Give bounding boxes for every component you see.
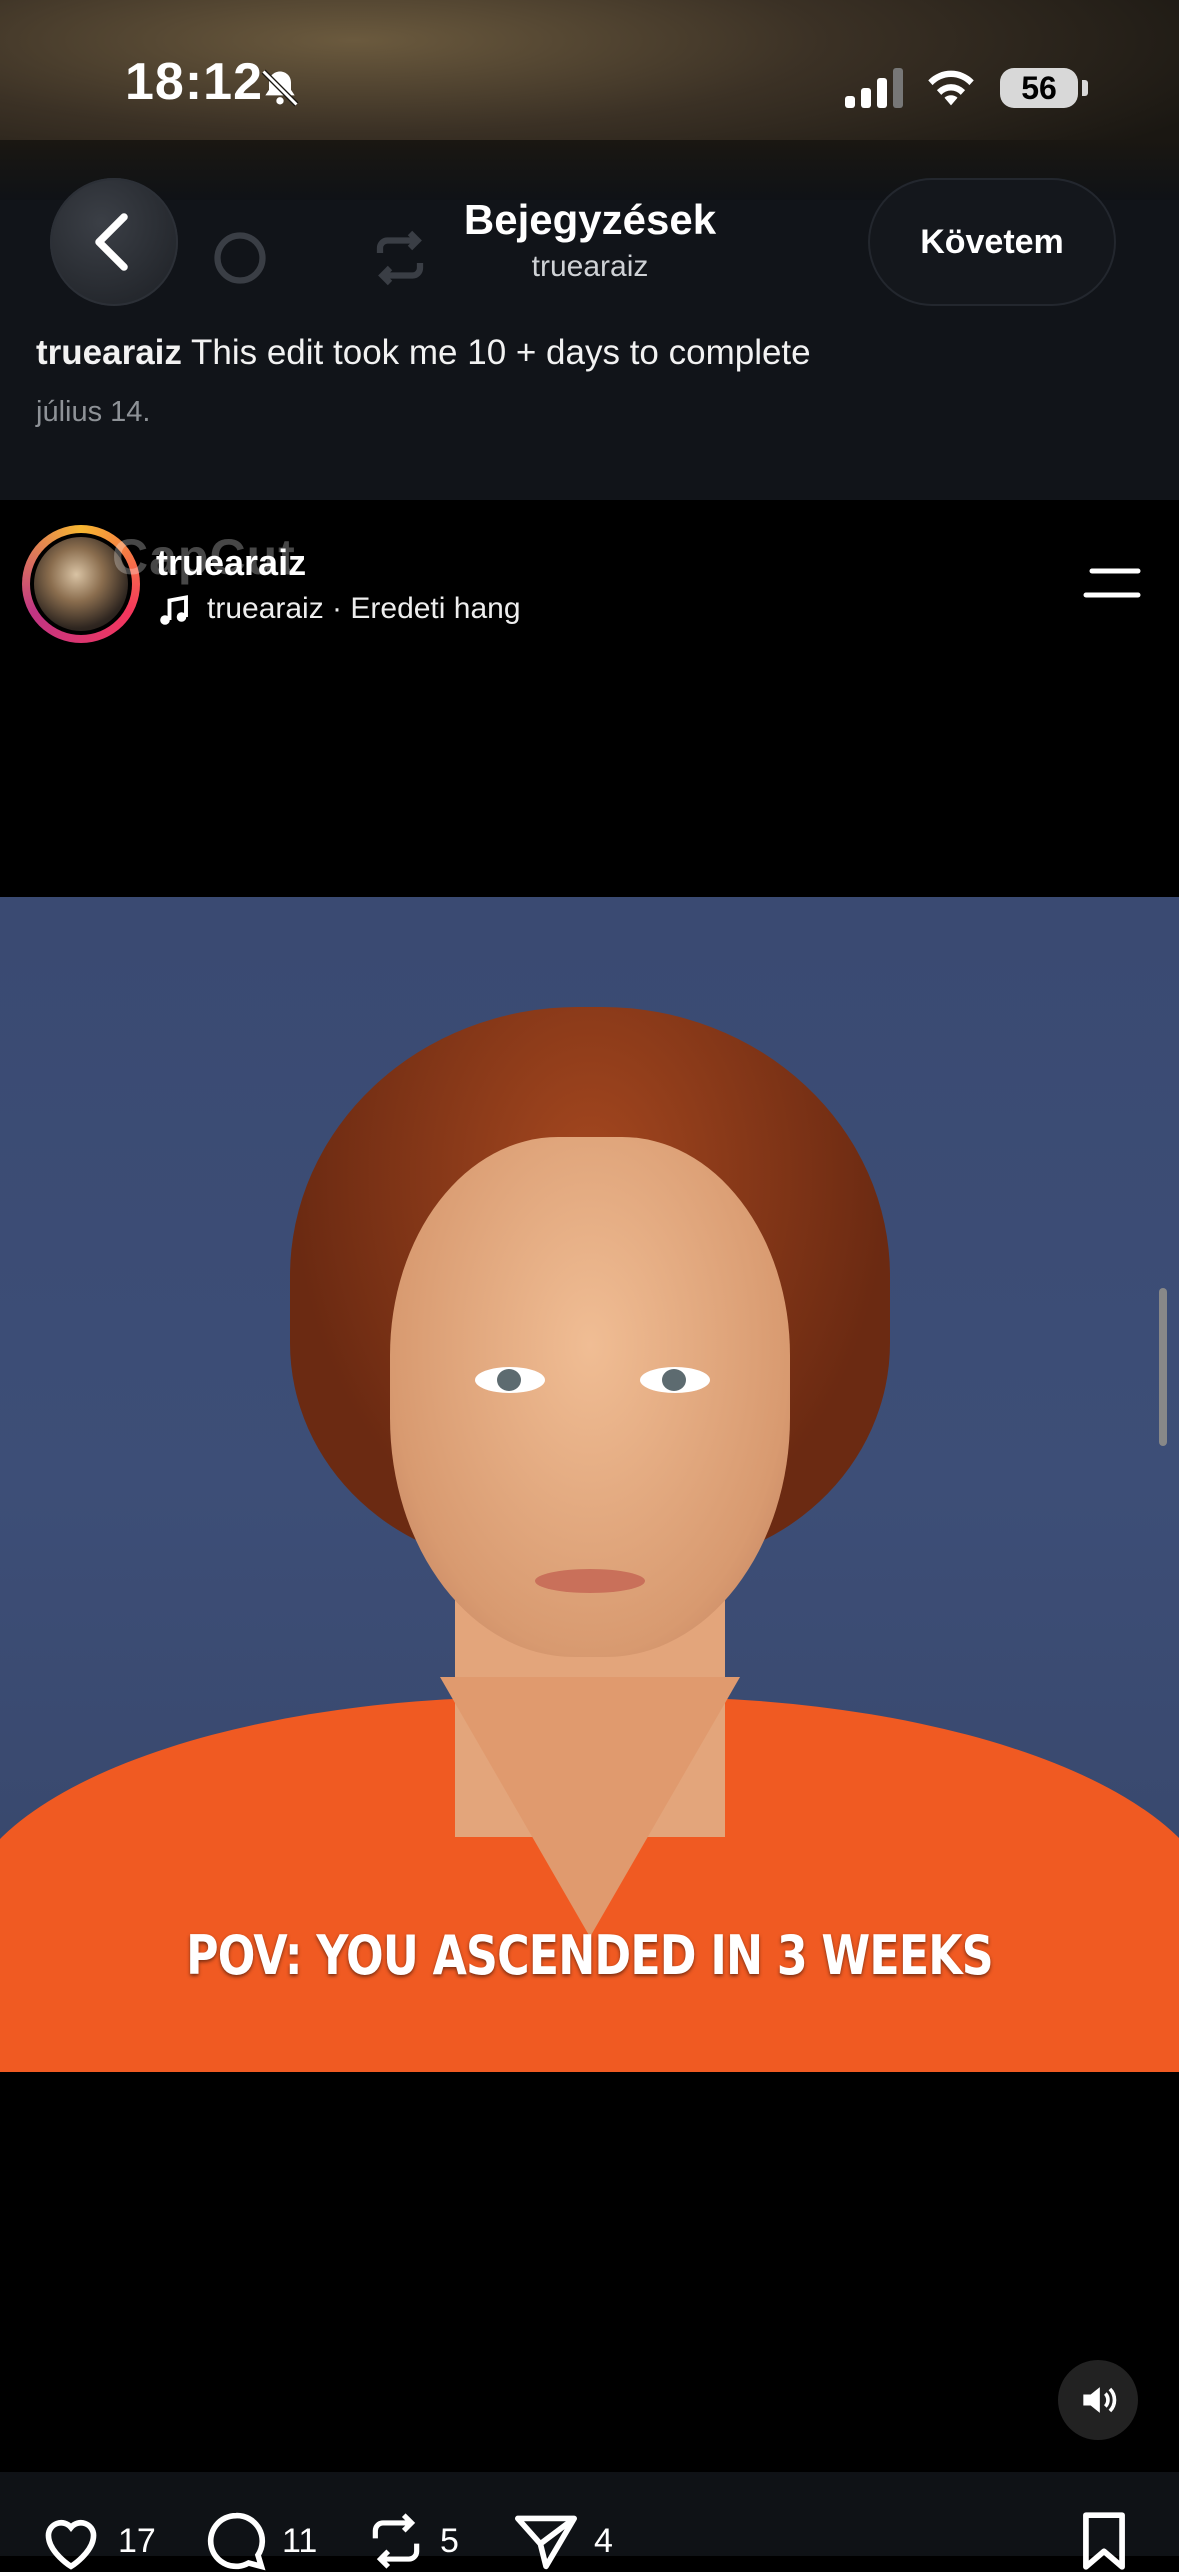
comment-count: 11 xyxy=(282,2521,318,2560)
comment-icon xyxy=(207,2512,266,2571)
following-button[interactable]: Követem xyxy=(868,178,1116,306)
chevron-left-icon xyxy=(95,213,128,271)
share-icon xyxy=(514,2515,577,2570)
battery-nub xyxy=(1082,80,1088,96)
like-count: 17 xyxy=(118,2521,156,2560)
post-image[interactable]: POV: YOU ASCENDED IN 3 WEEKS xyxy=(0,897,1179,2072)
caption-text: This edit took me 10 + days to complete xyxy=(191,333,811,372)
audio-label[interactable]: truearaiz · Eredeti hang xyxy=(207,592,521,626)
post-date: július 14. xyxy=(36,396,151,428)
share-count: 4 xyxy=(594,2521,613,2560)
post-username[interactable]: truearaiz xyxy=(156,542,306,584)
back-button[interactable] xyxy=(50,178,178,306)
overlay-text: POV: YOU ASCENDED IN 3 WEEKS xyxy=(186,1924,994,1987)
repost-icon xyxy=(372,2513,420,2569)
right-eye xyxy=(640,1367,710,1393)
wifi-icon xyxy=(928,70,974,106)
page-subtitle: truearaiz xyxy=(531,250,649,283)
like-button[interactable]: 17 xyxy=(36,2510,156,2572)
scroll-indicator[interactable] xyxy=(1159,1288,1167,1446)
page-title: Bejegyzések xyxy=(463,196,717,243)
status-time: 18:12 xyxy=(125,53,263,111)
speaker-icon xyxy=(1083,2387,1117,2413)
caption-username[interactable]: truearaiz xyxy=(36,333,182,372)
sound-toggle-button[interactable] xyxy=(1058,2360,1138,2440)
left-eye xyxy=(475,1367,545,1393)
ghost-comment-icon xyxy=(214,232,266,284)
cellular-signal-icon xyxy=(845,68,915,108)
save-button[interactable] xyxy=(1076,2510,1132,2572)
comment-button[interactable]: 11 xyxy=(202,2510,317,2572)
shirt-vneck xyxy=(440,1677,740,1937)
battery-indicator: 56 xyxy=(1000,68,1078,108)
post-caption: truearaiz This edit took me 10 + days to… xyxy=(36,333,811,373)
bell-muted-icon xyxy=(261,69,299,107)
music-note-icon xyxy=(160,595,188,625)
heart-icon xyxy=(45,2519,97,2570)
share-button[interactable]: 4 xyxy=(510,2510,613,2572)
lips xyxy=(535,1569,645,1593)
repost-count: 5 xyxy=(440,2521,459,2560)
menu-icon[interactable] xyxy=(1082,565,1142,601)
repost-button[interactable]: 5 xyxy=(364,2510,459,2572)
bookmark-icon xyxy=(1083,2512,1125,2570)
